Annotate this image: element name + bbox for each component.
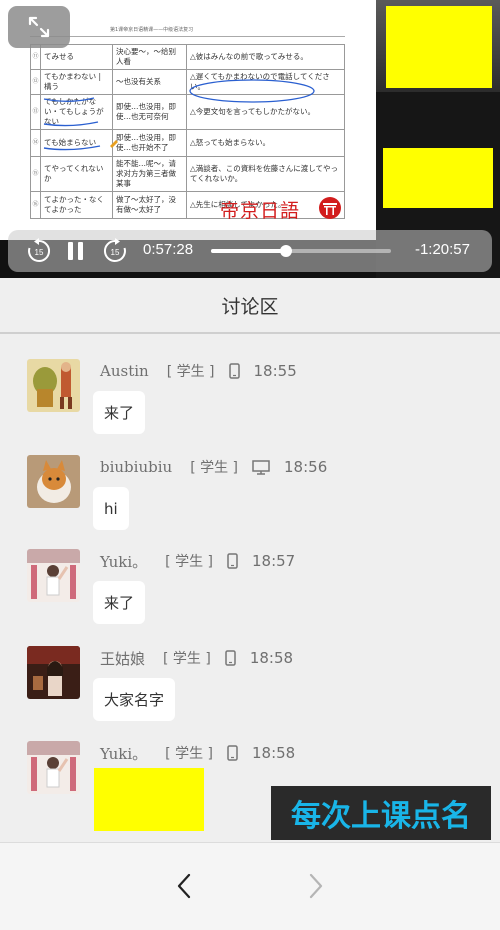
user-name[interactable]: Austin [100, 362, 149, 380]
skip-back-button[interactable]: 15 [26, 238, 52, 268]
user-name[interactable]: Yuki。 [100, 743, 147, 764]
skip-back-icon: 15 [28, 238, 51, 262]
app-screen: 第1课帝京日语精课——中级语法复习 ⑪ てみせる 決心要〜，〜给别人看 △彼はみ… [0, 0, 500, 930]
user-name[interactable]: Yuki。 [100, 551, 147, 572]
user-name[interactable]: biubiubiu [100, 458, 172, 476]
overlay-banner: 每次上课点名 [271, 786, 491, 840]
remaining-time: -1:20:57 [414, 241, 470, 258]
progress-fill [211, 249, 286, 253]
chevron-left-icon [177, 873, 191, 899]
chat-message: Yuki。 [ 学生 ] 18:57 来了 [0, 549, 500, 645]
avatar[interactable] [27, 359, 80, 412]
chat-message: biubiubiu [ 学生 ] 18:56 hi [0, 455, 500, 551]
message-bubble: hi [93, 487, 129, 530]
current-time: 0:57:28 [143, 241, 194, 258]
avatar[interactable] [27, 646, 80, 699]
avatar[interactable] [27, 455, 80, 508]
message-time: 18:58 [251, 744, 296, 762]
skip-back-seconds: 15 [35, 248, 44, 257]
user-role: [ 学生 ] [165, 554, 213, 570]
avatar-image [27, 549, 80, 602]
avatar-image [27, 359, 80, 412]
user-name[interactable]: 王姑娘 [100, 648, 145, 669]
message-meta: Austin [ 学生 ] 18:55 [100, 361, 297, 381]
progress-thumb[interactable] [279, 245, 292, 257]
message-time: 18:57 [251, 552, 296, 570]
user-role: [ 学生 ] [165, 746, 213, 762]
forward-button[interactable] [301, 871, 331, 901]
skip-forward-icon: 15 [103, 238, 126, 262]
redaction-box [383, 148, 493, 208]
message-time: 18:55 [253, 362, 297, 380]
phone-icon [225, 650, 236, 666]
expand-arrows-icon [28, 16, 50, 38]
message-bubble: 来了 [93, 391, 146, 434]
chat-message: 王姑娘 [ 学生 ] 18:58 大家名字 [0, 646, 500, 742]
back-button[interactable] [169, 871, 199, 901]
message-meta: 王姑娘 [ 学生 ] 18:58 [100, 648, 293, 668]
discussion-header: 讨论区 [0, 278, 500, 334]
user-role: [ 学生 ] [163, 651, 211, 667]
avatar[interactable] [27, 549, 80, 602]
message-bubble: 来了 [93, 581, 146, 624]
progress-slider[interactable] [211, 245, 391, 257]
message-bubble: 大家名字 [93, 678, 176, 721]
video-player[interactable]: 第1课帝京日语精课——中级语法复习 ⑪ てみせる 決心要〜，〜给别人看 △彼はみ… [0, 0, 500, 278]
discussion-title: 讨论区 [221, 295, 279, 318]
user-role: [ 学生 ] [166, 364, 215, 380]
desktop-icon [252, 459, 270, 475]
phone-icon [227, 745, 238, 761]
phone-icon [227, 553, 238, 569]
school-logo-text: 帝京日語 [220, 200, 301, 222]
redaction-box [386, 6, 492, 88]
playback-controls: 15 15 0:57:28 -1:20:57 [8, 230, 492, 272]
torii-logo-icon [319, 197, 341, 219]
message-meta: biubiubiu [ 学生 ] 18:56 [100, 457, 327, 477]
user-role: [ 学生 ] [190, 460, 239, 476]
avatar-image [27, 646, 80, 699]
message-meta: Yuki。 [ 学生 ] 18:57 [100, 551, 295, 571]
avatar-image [27, 741, 80, 794]
message-meta: Yuki。 [ 学生 ] 18:58 [100, 743, 295, 763]
phone-icon [228, 363, 240, 379]
message-time: 18:58 [249, 649, 294, 667]
fullscreen-button[interactable] [8, 6, 70, 48]
chevron-right-icon [309, 873, 323, 899]
message-time: 18:56 [284, 458, 328, 476]
banner-text: 每次上课点名 [291, 799, 471, 834]
redaction-box [94, 768, 204, 831]
pause-icon [68, 242, 83, 260]
skip-forward-seconds: 15 [111, 248, 120, 257]
avatar-image [27, 455, 80, 508]
chat-message: Austin [ 学生 ] 18:55 来了 [0, 359, 500, 455]
pause-button[interactable] [65, 240, 87, 266]
bottom-nav-bar [0, 842, 500, 930]
avatar[interactable] [27, 741, 80, 794]
skip-forward-button[interactable]: 15 [102, 238, 128, 268]
